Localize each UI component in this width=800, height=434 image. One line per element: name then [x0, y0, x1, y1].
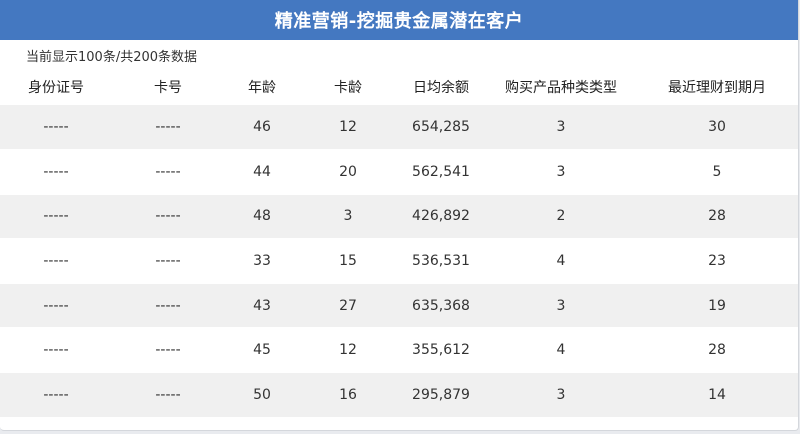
- column-header-product-types[interactable]: 购买产品种类类型: [486, 68, 636, 105]
- table-row[interactable]: ----- ----- 43 27 635,368 3 19: [0, 282, 798, 328]
- product-types-cell: 4: [486, 238, 636, 284]
- age-cell: 50: [224, 372, 300, 418]
- product-types-cell: 2: [486, 193, 636, 239]
- age-cell: 45: [224, 327, 300, 373]
- card-age-cell: 27: [300, 282, 396, 328]
- product-types-cell: 3: [486, 282, 636, 328]
- card-age-cell: 16: [300, 372, 396, 418]
- age-cell: 46: [253, 119, 271, 136]
- id-number-cell: -----: [43, 119, 69, 136]
- table-row[interactable]: ----- ----- 45 12 355,612 4 28: [0, 327, 798, 373]
- age-cell: 43: [224, 282, 300, 328]
- daily-balance-cell: 426,892: [396, 193, 486, 239]
- daily-balance-cell: 635,368: [396, 282, 486, 328]
- id-number-cell: -----: [0, 327, 112, 373]
- daily-balance-cell: 355,612: [396, 327, 486, 373]
- product-types-cell: 3: [486, 372, 636, 418]
- age-cell: 48: [224, 193, 300, 239]
- maturity-month-cell: 5: [636, 149, 798, 195]
- daily-balance-cell: 536,531: [396, 238, 486, 284]
- id-number-cell: -----: [0, 238, 112, 284]
- table-row[interactable]: ----- ----- 48 3 426,892 2 28: [0, 193, 798, 239]
- card-number-cell: -----: [112, 327, 224, 373]
- card-number-cell: -----: [155, 119, 181, 136]
- card-number-cell: -----: [112, 149, 224, 195]
- product-types-cell: 3: [486, 149, 636, 195]
- card-number-cell: -----: [112, 372, 224, 418]
- table-row[interactable]: ----- ----- 50 16 295,879 3 14: [0, 372, 798, 418]
- maturity-month-cell: 30: [708, 119, 726, 136]
- customer-table: 身份证号 卡号 年龄 卡龄 日均余额 购买产品种类类型 最近理财到期月 ----…: [0, 68, 798, 418]
- age-cell: 44: [224, 149, 300, 195]
- column-header-daily-balance[interactable]: 日均余额: [396, 68, 486, 105]
- card-number-cell: -----: [112, 238, 224, 284]
- id-number-cell: -----: [0, 372, 112, 418]
- maturity-month-cell: 19: [636, 282, 798, 328]
- daily-balance-cell: 654,285: [412, 119, 470, 136]
- id-number-cell: -----: [0, 193, 112, 239]
- column-header-maturity-month[interactable]: 最近理财到期月: [636, 68, 798, 105]
- table-row[interactable]: ----- ----- 33 15 536,531 4 23: [0, 238, 798, 284]
- card-age-cell: 12: [300, 327, 396, 373]
- card-number-cell: -----: [112, 282, 224, 328]
- daily-balance-cell: 295,879: [396, 372, 486, 418]
- card-age-cell: 3: [300, 193, 396, 239]
- column-header-id-number[interactable]: 身份证号: [0, 68, 112, 105]
- maturity-month-cell: 28: [636, 327, 798, 373]
- column-header-card-age[interactable]: 卡龄: [300, 68, 396, 105]
- customer-panel: 精准营销-挖掘贵金属潜在客户 当前显示100条/共200条数据 身份证号 卡号 …: [0, 0, 799, 431]
- card-number-cell: -----: [112, 193, 224, 239]
- product-types-cell: 4: [486, 327, 636, 373]
- panel-title: 精准营销-挖掘贵金属潜在客户: [0, 0, 798, 40]
- maturity-month-cell: 14: [636, 372, 798, 418]
- product-types-cell: 3: [556, 119, 566, 136]
- table-row[interactable]: ----- ----- 46 12 654,285 3 30: [0, 105, 798, 150]
- column-header-card-number[interactable]: 卡号: [112, 68, 224, 105]
- id-number-cell: -----: [0, 149, 112, 195]
- id-number-cell: -----: [0, 282, 112, 328]
- table-header-row: 身份证号 卡号 年龄 卡龄 日均余额 购买产品种类类型 最近理财到期月: [0, 68, 798, 105]
- record-count-text: 当前显示100条/共200条数据: [26, 50, 198, 65]
- daily-balance-cell: 562,541: [396, 149, 486, 195]
- maturity-month-cell: 28: [636, 193, 798, 239]
- column-header-age[interactable]: 年龄: [224, 68, 300, 105]
- table-body: ----- ----- 46 12 654,285 3 30 ----- ----- 44 20 56…: [0, 105, 798, 418]
- card-age-cell: 20: [300, 149, 396, 195]
- maturity-month-cell: 23: [636, 238, 798, 284]
- table-row[interactable]: ----- ----- 44 20 562,541 3 5: [0, 149, 798, 195]
- card-age-cell: 12: [339, 119, 357, 136]
- age-cell: 33: [224, 238, 300, 284]
- card-age-cell: 15: [300, 238, 396, 284]
